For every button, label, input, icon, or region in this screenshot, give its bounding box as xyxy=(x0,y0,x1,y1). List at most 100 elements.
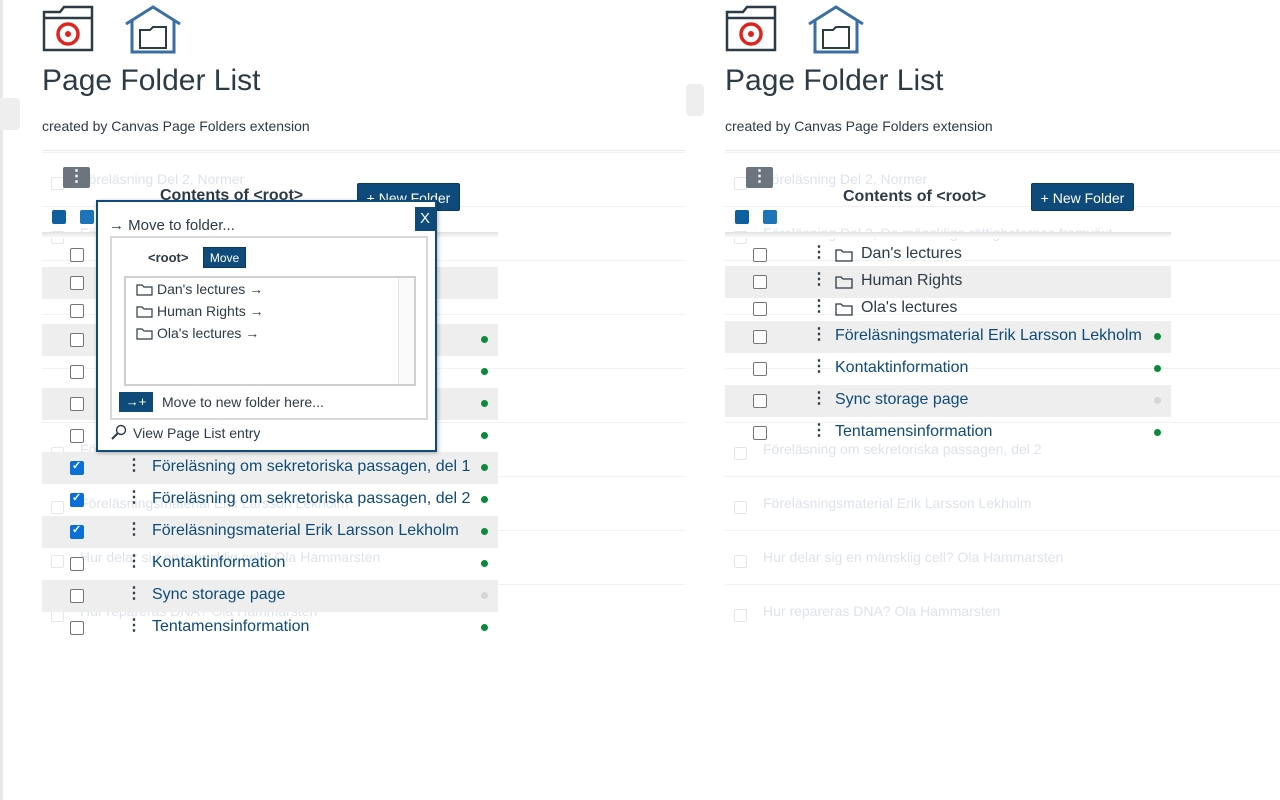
page-title: Page Folder List xyxy=(725,64,944,97)
kebab-menu-icon[interactable]: ⋮ xyxy=(126,455,142,475)
move-to-new-folder-button[interactable]: →+ xyxy=(119,392,153,412)
row-checkbox[interactable] xyxy=(70,365,84,379)
row-checkbox[interactable] xyxy=(753,248,767,262)
deselect-icon[interactable] xyxy=(763,210,777,224)
new-folder-button[interactable]: + New Folder xyxy=(1031,183,1134,211)
right-panel: Page Folder List created by Canvas Page … xyxy=(683,0,1280,800)
background-page-title: Hur repareras DNA? Ola Hammarsten xyxy=(763,603,1001,619)
kebab-menu-icon[interactable]: ⋮ xyxy=(811,296,827,316)
page-link[interactable]: Föreläsningsmaterial Erik Larsson Lekhol… xyxy=(152,522,459,540)
row-checkbox[interactable] xyxy=(753,426,767,440)
canvas-folder-icon[interactable] xyxy=(42,4,96,52)
row-checkbox[interactable] xyxy=(70,333,84,347)
page-link[interactable]: Föreläsningsmaterial Erik Larsson Lekhol… xyxy=(835,327,1142,345)
tree-folder-label: Dan's lectures → xyxy=(157,281,264,297)
page-row: ⋮ Föreläsning om sekretoriska passagen, d… xyxy=(42,484,498,516)
row-checkbox[interactable] xyxy=(70,557,84,571)
published-status-dot[interactable] xyxy=(481,400,488,407)
home-folder-icon[interactable] xyxy=(805,4,867,54)
canvas-folder-icon[interactable] xyxy=(725,4,779,52)
page-link[interactable]: Sync storage page xyxy=(835,391,968,409)
row-checkbox[interactable] xyxy=(70,276,84,290)
page-link[interactable]: Sync storage page xyxy=(152,586,285,604)
published-status-dot[interactable] xyxy=(1154,333,1161,340)
tree-folder-label: Ola's lectures → xyxy=(157,325,260,341)
row-checkbox[interactable] xyxy=(753,394,767,408)
folder-menu-button[interactable]: ⋮ xyxy=(746,167,773,188)
select-all-icon[interactable] xyxy=(735,210,749,224)
tree-folder-item[interactable]: Ola's lectures → xyxy=(136,325,259,341)
view-page-list-entry[interactable]: View Page List entry xyxy=(110,424,260,441)
published-status-dot[interactable] xyxy=(481,528,488,535)
row-checkbox[interactable] xyxy=(753,330,767,344)
published-status-dot[interactable] xyxy=(481,496,488,503)
folder-name[interactable]: Dan's lectures xyxy=(861,245,962,263)
published-status-dot[interactable] xyxy=(481,336,488,343)
page-row: ⋮ Kontaktinformation xyxy=(42,548,498,580)
row-checkbox[interactable] xyxy=(753,362,767,376)
tree-folder-item[interactable]: Human Rights → xyxy=(136,303,264,319)
kebab-menu-icon[interactable]: ⋮ xyxy=(126,551,142,571)
folder-icon xyxy=(835,303,853,316)
kebab-menu-icon[interactable]: ⋮ xyxy=(811,324,827,344)
folder-icon xyxy=(136,328,153,340)
folder-menu-button[interactable]: ⋮ xyxy=(63,167,90,188)
select-all-icon[interactable] xyxy=(52,210,66,224)
kebab-menu-icon[interactable]: ⋮ xyxy=(811,420,827,440)
page-link[interactable]: Tentamensinformation xyxy=(835,423,992,441)
kebab-menu-icon[interactable]: ⋮ xyxy=(811,388,827,408)
row-checkbox[interactable] xyxy=(70,304,84,318)
published-status-dot[interactable] xyxy=(481,432,488,439)
row-checkbox[interactable] xyxy=(70,248,84,262)
tree-scrollbar[interactable] xyxy=(398,278,414,384)
row-checkbox[interactable] xyxy=(70,621,84,635)
background-page-title: Hur delar sig en mänsklig cell? Ola Hamm… xyxy=(763,549,1064,565)
folder-icon xyxy=(136,284,153,296)
published-status-dot[interactable] xyxy=(481,560,488,567)
kebab-menu-icon[interactable]: ⋮ xyxy=(126,487,142,507)
move-button[interactable]: Move xyxy=(203,247,246,268)
row-checkbox[interactable] xyxy=(753,275,767,289)
published-status-dot[interactable] xyxy=(1154,365,1161,372)
row-checkbox[interactable] xyxy=(70,429,84,443)
published-status-dot[interactable] xyxy=(481,624,488,631)
kebab-menu-icon[interactable]: ⋮ xyxy=(811,269,827,289)
view-page-list-label: View Page List entry xyxy=(133,425,261,441)
background-page-row: Hur repareras DNA? Ola Hammarsten xyxy=(725,584,1280,639)
background-page-title: Föreläsningsmaterial Erik Larsson Lekhol… xyxy=(763,495,1032,511)
kebab-menu-icon[interactable]: ⋮ xyxy=(811,242,827,262)
page-link[interactable]: Föreläsning om sekretoriska passagen, de… xyxy=(152,490,470,508)
row-checkbox[interactable] xyxy=(70,397,84,411)
close-button[interactable]: X xyxy=(415,207,435,231)
folder-name[interactable]: Human Rights xyxy=(861,272,962,290)
page-link[interactable]: Föreläsning om sekretoriska passagen, de… xyxy=(152,458,470,476)
row-checkbox[interactable] xyxy=(70,459,84,475)
page-subtitle: created by Canvas Page Folders extension xyxy=(725,118,993,134)
background-page-title: Föreläsning Del 2, Normer xyxy=(763,171,928,187)
unpublished-status-dot[interactable] xyxy=(481,592,488,599)
home-folder-icon[interactable] xyxy=(122,4,184,54)
deselect-icon[interactable] xyxy=(80,210,94,224)
kebab-menu-icon[interactable]: ⋮ xyxy=(126,615,142,635)
unpublished-status-dot[interactable] xyxy=(1154,397,1161,404)
published-status-dot[interactable] xyxy=(481,464,488,471)
kebab-menu-icon[interactable]: ⋮ xyxy=(126,583,142,603)
tree-folder-item[interactable]: Dan's lectures → xyxy=(136,281,263,297)
page-link[interactable]: Kontaktinformation xyxy=(152,554,285,572)
published-status-dot[interactable] xyxy=(1154,429,1161,436)
row-checkbox[interactable] xyxy=(70,523,84,539)
background-page-row: Hur delar sig en mänsklig cell? Ola Hamm… xyxy=(725,530,1280,585)
folder-name[interactable]: Ola's lectures xyxy=(861,299,957,317)
kebab-menu-icon[interactable]: ⋮ xyxy=(126,519,142,539)
page-row: ⋮ Föreläsningsmaterial Erik Larsson Lekho… xyxy=(725,321,1171,353)
page-link[interactable]: Kontaktinformation xyxy=(835,359,968,377)
move-to-new-folder-label[interactable]: Move to new folder here... xyxy=(162,394,324,410)
background-page-row: Föreläsning Del 2, Normer xyxy=(725,152,1280,207)
kebab-menu-icon[interactable]: ⋮ xyxy=(811,356,827,376)
row-checkbox[interactable] xyxy=(70,589,84,603)
divider xyxy=(725,150,1280,151)
row-checkbox[interactable] xyxy=(70,491,84,507)
page-link[interactable]: Tentamensinformation xyxy=(152,618,309,636)
published-status-dot[interactable] xyxy=(481,368,488,375)
row-checkbox[interactable] xyxy=(753,302,767,316)
